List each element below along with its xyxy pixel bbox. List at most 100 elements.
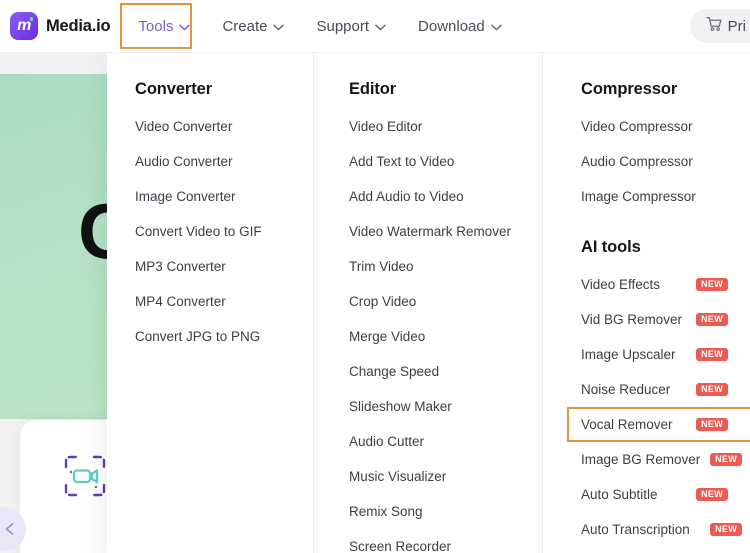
menu-item-label: Remix Song (349, 504, 423, 519)
menu-item-label: Audio Compressor (581, 154, 693, 169)
menu-item-label: MP3 Converter (135, 259, 226, 274)
menu-item-label: Vid BG Remover (581, 312, 683, 327)
menu-item-video-compressor[interactable]: Video Compressor (581, 109, 750, 144)
new-badge: NEW (696, 312, 728, 327)
menu-item-mp4-converter[interactable]: MP4 Converter (135, 284, 313, 319)
menu-item-label: Auto Subtitle (581, 487, 658, 502)
menu-item-image-bg-remover[interactable]: Image BG Remover NEW (581, 442, 750, 477)
menu-item-video-effects[interactable]: Video Effects NEW (581, 267, 750, 302)
menu-item-auto-transcription[interactable]: Auto Transcription NEW (581, 512, 750, 547)
brand-logo-link[interactable]: m Media.io (10, 12, 111, 40)
chevron-down-icon (491, 18, 502, 35)
new-badge: NEW (696, 382, 728, 397)
menu-item-merge-video[interactable]: Merge Video (349, 319, 542, 354)
menu-item-change-speed[interactable]: Change Speed (349, 354, 542, 389)
chevron-down-icon (179, 18, 191, 35)
new-badge: NEW (696, 277, 728, 292)
video-camera-frame-icon (62, 453, 108, 499)
menu-item-audio-cutter[interactable]: Audio Cutter (349, 424, 542, 459)
menu-item-video-editor[interactable]: Video Editor (349, 109, 542, 144)
menu-item-label: Merge Video (349, 329, 426, 344)
logo-glyph: m (17, 17, 31, 34)
nav-item-create[interactable]: Create (206, 0, 300, 52)
media-io-logo: m (10, 12, 38, 40)
menu-item-auto-subtitle[interactable]: Auto Subtitle NEW (581, 477, 750, 512)
new-badge: NEW (696, 487, 728, 502)
nav-item-label: Create (222, 17, 268, 35)
menu-item-noise-reducer[interactable]: Noise Reducer NEW (581, 372, 750, 407)
nav-item-tools[interactable]: Tools (122, 0, 206, 52)
new-badge: NEW (696, 417, 728, 432)
menu-item-label: Vocal Remover (581, 417, 673, 432)
menu-item-image-upscaler[interactable]: Image Upscaler NEW (581, 337, 750, 372)
menu-item-audio-compressor[interactable]: Audio Compressor (581, 144, 750, 179)
menu-column-title: Converter (135, 80, 213, 98)
menu-item-label: Image BG Remover (581, 452, 701, 467)
nav-item-label: Support (316, 17, 370, 35)
nav-item-download[interactable]: Download (402, 0, 518, 52)
menu-column-editor: Editor Video Editor Add Text to Video Ad… (313, 52, 542, 553)
menu-item-label: MP4 Converter (135, 294, 226, 309)
menu-column-title: Editor (349, 80, 397, 98)
menu-item-image-compressor[interactable]: Image Compressor (581, 179, 750, 214)
menu-item-label: Video Converter (135, 119, 233, 134)
menu-item-label: Audio Converter (135, 154, 233, 169)
menu-item-slideshow-maker[interactable]: Slideshow Maker (349, 389, 542, 424)
menu-item-crop-video[interactable]: Crop Video (349, 284, 542, 319)
nav-item-label: Tools (138, 17, 174, 35)
menu-item-image-converter[interactable]: Image Converter (135, 179, 313, 214)
menu-item-label: Video Effects (581, 277, 661, 292)
menu-item-label: Image Converter (135, 189, 236, 204)
menu-item-remix-song[interactable]: Remix Song (349, 494, 542, 529)
menu-item-label: Slideshow Maker (349, 399, 452, 414)
menu-item-label: Crop Video (349, 294, 417, 309)
page-root: C Converter Video Converter Audio Conver… (0, 0, 750, 553)
site-header: m Media.io Tools Create Support Download… (0, 0, 750, 53)
menu-item-label: Screen Recorder (349, 539, 452, 553)
menu-item-label: Convert Video to GIF (135, 224, 262, 239)
shopping-cart-icon (706, 16, 723, 36)
menu-column-converter: Converter Video Converter Audio Converte… (107, 52, 313, 553)
menu-item-vocal-remover[interactable]: Vocal Remover NEW (567, 407, 750, 442)
menu-item-video-converter[interactable]: Video Converter (135, 109, 313, 144)
new-badge: NEW (710, 452, 742, 467)
menu-item-label: Trim Video (349, 259, 414, 274)
menu-item-label: Video Watermark Remover (349, 224, 512, 239)
menu-item-vid-bg-remover[interactable]: Vid BG Remover NEW (581, 302, 750, 337)
new-badge: NEW (710, 522, 742, 537)
brand-name: Media.io (46, 16, 111, 35)
menu-item-screen-recorder[interactable]: Screen Recorder (349, 529, 542, 553)
nav-item-support[interactable]: Support (300, 0, 402, 52)
main-nav: Tools Create Support Download (122, 0, 517, 52)
menu-item-label: Convert JPG to PNG (135, 329, 261, 344)
menu-item-label: Video Editor (349, 119, 423, 134)
menu-item-label: Image Upscaler (581, 347, 676, 362)
menu-item-label: Add Audio to Video (349, 189, 464, 204)
menu-item-convert-video-to-gif[interactable]: Convert Video to GIF (135, 214, 313, 249)
chevron-left-icon (5, 523, 14, 535)
menu-column-title: Compressor (581, 80, 678, 98)
menu-item-label: Add Text to Video (349, 154, 455, 169)
chevron-down-icon (375, 18, 386, 35)
header-right-area: Pri (689, 9, 750, 43)
chevron-down-icon (273, 18, 285, 35)
menu-item-trim-video[interactable]: Trim Video (349, 249, 542, 284)
tools-mega-menu: Converter Video Converter Audio Converte… (107, 52, 750, 553)
pricing-button[interactable]: Pri (689, 9, 750, 43)
menu-item-convert-jpg-to-png[interactable]: Convert JPG to PNG (135, 319, 313, 354)
menu-item-mp3-converter[interactable]: MP3 Converter (135, 249, 313, 284)
menu-item-add-text-to-video[interactable]: Add Text to Video (349, 144, 542, 179)
pricing-button-label: Pri (727, 17, 746, 35)
nav-item-label: Download (418, 17, 485, 35)
new-badge: NEW (696, 347, 728, 362)
logo-accent-dot (29, 17, 33, 21)
menu-item-add-audio-to-video[interactable]: Add Audio to Video (349, 179, 542, 214)
menu-item-music-visualizer[interactable]: Music Visualizer (349, 459, 542, 494)
menu-item-video-watermark-remover[interactable]: Video Watermark Remover (349, 214, 542, 249)
menu-item-label: Music Visualizer (349, 469, 447, 484)
menu-column-compressor: Compressor Video Compressor Audio Compre… (542, 52, 750, 553)
menu-item-label: Audio Cutter (349, 434, 425, 449)
menu-item-audio-converter[interactable]: Audio Converter (135, 144, 313, 179)
menu-item-label: Auto Transcription (581, 522, 690, 537)
menu-item-label: Video Compressor (581, 119, 693, 134)
